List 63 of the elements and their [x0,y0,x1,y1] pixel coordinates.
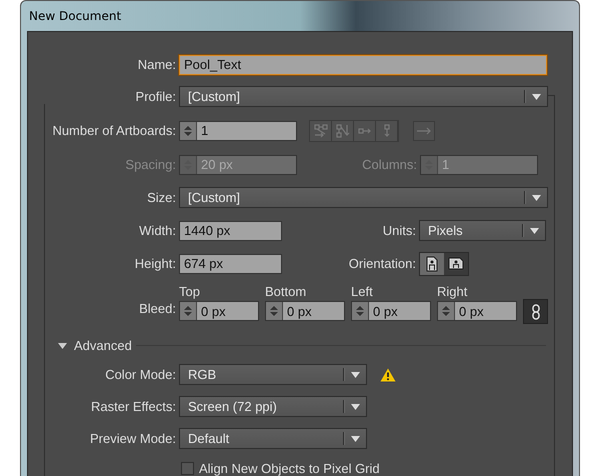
field-label: Name: [136,57,177,72]
size-dropdown[interactable]: [Custom] [179,187,548,208]
field-label: Preview Mode: [89,431,177,446]
bleed-spinner[interactable]: 0 px [265,301,345,321]
stepper-icon [180,302,197,320]
portrait-icon [426,256,438,272]
stepper-icon [421,156,438,174]
raster-effects-dropdown[interactable]: Screen (72 ppi) [179,396,367,417]
bleed-heading: Top [179,283,201,301]
caret-icon [351,436,360,442]
grid-icon [336,124,350,138]
caret-icon [351,404,360,410]
field-label: Orientation: [348,256,417,271]
bleed-spinner[interactable]: 0 px [351,301,431,321]
height-field[interactable]: 674 px [179,254,282,274]
width-field[interactable]: 1440 px [179,220,282,240]
grid-by-row-button[interactable] [310,120,332,140]
bleed-heading: Bottom [265,283,308,301]
checkbox-label[interactable]: Align New Objects to Pixel Grid [199,461,380,476]
bleed-spinner[interactable]: 0 px [179,301,259,321]
field-label: Width: [138,223,177,238]
field-label: Number of Artboards: [51,123,177,138]
layout-direction-button[interactable] [413,120,435,140]
field-label: Raster Effects: [90,399,177,414]
advanced-toggle[interactable]: Advanced [58,338,132,353]
portrait-button[interactable] [420,252,444,274]
color-mode-dropdown[interactable]: RGB [179,364,367,385]
field-label: Color Mode: [104,367,177,382]
artboards-spinner[interactable]: 1 [179,120,297,140]
name-field[interactable]: Pool_Text [179,54,547,74]
landscape-icon [448,257,464,270]
arrange-by-row-button[interactable] [354,120,376,140]
field-label: Columns: [361,157,418,172]
caret-icon [532,94,541,100]
stepper-icon [438,302,455,320]
bleed-spinner[interactable]: 0 px [437,301,517,321]
stepper-icon [180,122,197,140]
link-button[interactable] [523,299,548,324]
field-label: Units: [382,223,417,238]
stepper-icon [266,302,283,320]
field-label: Bleed: [138,301,177,316]
bleed-heading: Left [351,283,374,301]
arrow-icon [416,126,432,136]
landscape-button[interactable] [444,252,468,274]
arrange-by-column-button[interactable] [376,120,398,140]
disclosure-icon [58,342,67,348]
grid-by-column-button[interactable] [332,120,354,140]
stepper-icon [180,156,197,174]
field-label: Spacing: [124,157,177,172]
stepper-icon [352,302,369,320]
bleed-heading: Right [437,283,468,301]
preview-mode-dropdown[interactable]: Default [179,428,367,449]
field-label: Size: [146,190,177,205]
profile-dropdown[interactable]: [Custom] [179,86,548,107]
caret-icon [532,194,541,200]
checkbox[interactable] [181,462,194,475]
field-label: Height: [134,256,177,271]
caret-icon [530,228,539,234]
units-dropdown[interactable]: Pixels [419,220,546,241]
window-title: New Document [29,9,122,23]
chain-link-icon [532,304,540,320]
caret-icon [351,372,360,378]
grid-icon [314,124,328,138]
